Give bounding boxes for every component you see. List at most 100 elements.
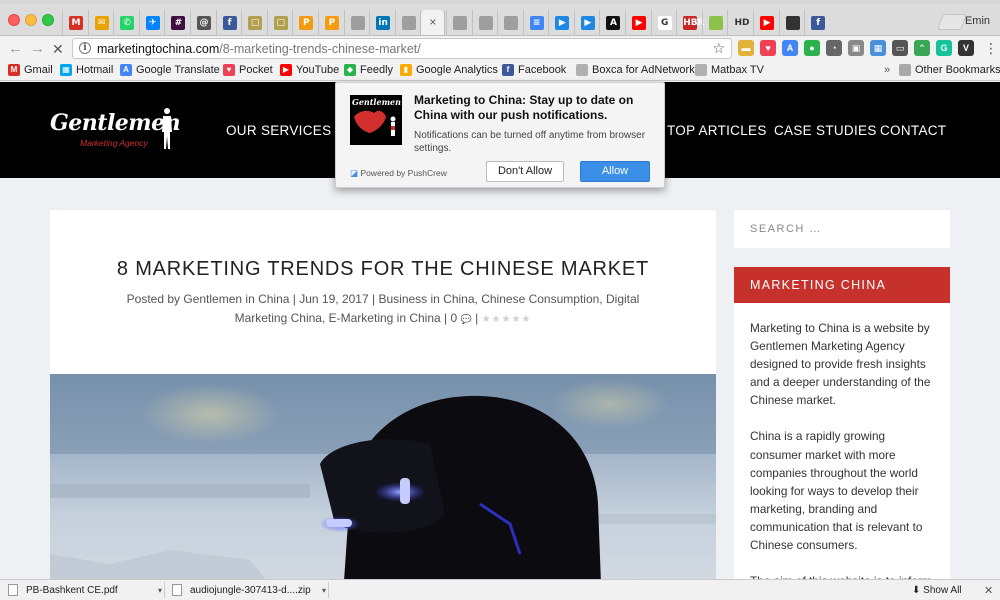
analytics-icon[interactable]: ⌃: [914, 40, 930, 56]
profile-name[interactable]: Emin: [965, 15, 990, 27]
download-menu-caret[interactable]: ▾: [158, 582, 162, 600]
browser-tab-active[interactable]: ×: [420, 10, 446, 35]
browser-tab[interactable]: [343, 10, 369, 35]
browser-tab[interactable]: P: [292, 10, 317, 35]
browser-tab[interactable]: HBR: [676, 10, 705, 35]
category-link[interactable]: Chinese Consumption: [481, 292, 599, 306]
bookmark-gmail[interactable]: M Gmail: [8, 64, 53, 76]
browser-tab[interactable]: [701, 10, 727, 35]
grammarly-icon[interactable]: G: [936, 40, 952, 56]
bookmark-hotmail[interactable]: ▦ Hotmail: [60, 64, 113, 76]
browser-tab[interactable]: ▢: [241, 10, 266, 35]
bookmark-facebook[interactable]: f Facebook: [502, 64, 566, 76]
browser-tab[interactable]: HD: [727, 10, 752, 35]
other-bookmarks-label: Other Bookmarks: [915, 64, 1000, 76]
star-icon[interactable]: ★: [502, 314, 512, 325]
nav-case-studies[interactable]: CASE STUDIES: [774, 123, 877, 138]
search-input[interactable]: [734, 210, 950, 248]
site-info-icon[interactable]: i: [79, 42, 91, 54]
ext-icon[interactable]: ◔: [826, 40, 842, 56]
nav-contact[interactable]: CONTACT: [880, 123, 946, 138]
author-link[interactable]: Gentlemen in China: [183, 292, 289, 306]
browser-tab[interactable]: A: [599, 10, 624, 35]
bookmark-star-icon[interactable]: ☆: [712, 40, 725, 57]
bookmarks-overflow-chevron[interactable]: »: [884, 64, 890, 76]
browser-tab[interactable]: in: [369, 10, 394, 35]
browser-tab[interactable]: ✆: [113, 10, 138, 35]
bookmark-matbax-tv[interactable]: Matbax TV: [695, 64, 764, 76]
close-downloads-button[interactable]: ✕: [984, 582, 993, 600]
comments-link[interactable]: 0 💬: [451, 311, 472, 325]
category-link[interactable]: Business in China: [378, 292, 474, 306]
browser-tab[interactable]: [471, 10, 497, 35]
category-link[interactable]: E-Marketing in China: [329, 311, 441, 325]
address-bar[interactable]: i marketingtochina.com/8-marketing-trend…: [72, 38, 732, 59]
browser-tab[interactable]: @: [189, 10, 215, 35]
browser-tab[interactable]: G: [650, 10, 676, 35]
vimeo-icon[interactable]: V: [958, 40, 974, 56]
bookmark-feedly[interactable]: ◆ Feedly: [344, 64, 393, 76]
bookmark-youtube[interactable]: ▶ YouTube: [280, 64, 339, 76]
youtube-icon: ▶: [632, 16, 647, 30]
browser-tab[interactable]: ▶: [573, 10, 599, 35]
video-icon: ▶: [555, 16, 570, 30]
bookmark-google-translate[interactable]: A Google Translate: [120, 64, 220, 76]
star-icon[interactable]: ★: [492, 314, 502, 325]
close-tab-icon[interactable]: ×: [429, 15, 436, 29]
pocket-icon[interactable]: ♥: [760, 40, 776, 56]
allow-button[interactable]: Allow: [580, 161, 650, 182]
star-icon[interactable]: ★: [521, 314, 531, 325]
ext-icon[interactable]: ▣: [848, 40, 864, 56]
chrome-menu-icon[interactable]: ⋮: [984, 40, 998, 57]
bookmark-google-analytics[interactable]: ▮ Google Analytics: [400, 64, 498, 76]
facebook-icon: f: [502, 64, 514, 76]
badge-icon[interactable]: ▦: [870, 40, 886, 56]
nav-our-services[interactable]: OUR SERVICES⌄: [226, 123, 346, 138]
browser-tab[interactable]: ▶: [625, 10, 650, 35]
browser-tab[interactable]: P: [317, 10, 343, 35]
translate-icon[interactable]: A: [782, 40, 798, 56]
browser-tab[interactable]: [497, 10, 522, 35]
comment-count: 0: [450, 311, 458, 325]
forward-button[interactable]: →: [30, 39, 45, 59]
other-bookmarks[interactable]: Other Bookmarks: [899, 64, 1000, 76]
window-minimize-button[interactable]: [25, 14, 37, 26]
powered-by-pushcrew[interactable]: ◪ Powered by PushCrew: [350, 168, 447, 179]
window-maximize-button[interactable]: [42, 14, 54, 26]
dont-allow-button[interactable]: Don't Allow: [486, 161, 564, 182]
browser-tab[interactable]: [445, 10, 471, 35]
url-text[interactable]: marketingtochina.com/8-marketing-trends-…: [97, 42, 421, 56]
browser-tab[interactable]: ✉: [87, 10, 113, 35]
browser-tab[interactable]: f: [804, 10, 829, 35]
category-comma: ,: [599, 292, 603, 306]
meta-separator: |: [475, 311, 479, 325]
show-all-downloads-button[interactable]: ⬇ Show All: [912, 582, 962, 600]
tampermonkey-icon[interactable]: ▬: [738, 40, 754, 56]
bookmark-boxca-for-adnetworks[interactable]: Boxca for AdNetworks: [576, 64, 700, 76]
star-icon[interactable]: ★: [482, 314, 492, 325]
browser-tab[interactable]: [778, 10, 804, 35]
bookmark-pocket[interactable]: ♥ Pocket: [223, 64, 273, 76]
download-item[interactable]: PB-Bashkent CE.pdf ▾: [8, 582, 162, 600]
browser-tab[interactable]: M: [62, 10, 87, 35]
window-close-button[interactable]: [8, 14, 20, 26]
stop-loading-button[interactable]: ✕: [52, 39, 64, 59]
star-icon[interactable]: ★: [511, 314, 521, 325]
browser-tab[interactable]: f: [215, 10, 241, 35]
site-logo[interactable]: Gentlemen Marketing Agency: [50, 106, 181, 152]
browser-tab[interactable]: ≡: [522, 10, 548, 35]
nav-top-articles[interactable]: TOP ARTICLES: [667, 123, 767, 138]
hd-icon: HD: [734, 16, 750, 30]
browser-tab[interactable]: ▶: [753, 10, 778, 35]
feedly-icon[interactable]: ●: [804, 40, 820, 56]
new-tab-button[interactable]: [937, 14, 967, 30]
browser-tab[interactable]: ✈: [138, 10, 164, 35]
browser-tab[interactable]: ▢: [266, 10, 292, 35]
browser-tab[interactable]: #: [164, 10, 189, 35]
browser-tab[interactable]: [394, 10, 420, 35]
download-menu-caret[interactable]: ▾: [322, 582, 326, 600]
back-button[interactable]: ←: [8, 39, 23, 59]
download-item[interactable]: audiojungle-307413-d....zip ▾: [172, 582, 326, 600]
cast-icon[interactable]: ▭: [892, 40, 908, 56]
browser-tab[interactable]: ▶: [548, 10, 573, 35]
